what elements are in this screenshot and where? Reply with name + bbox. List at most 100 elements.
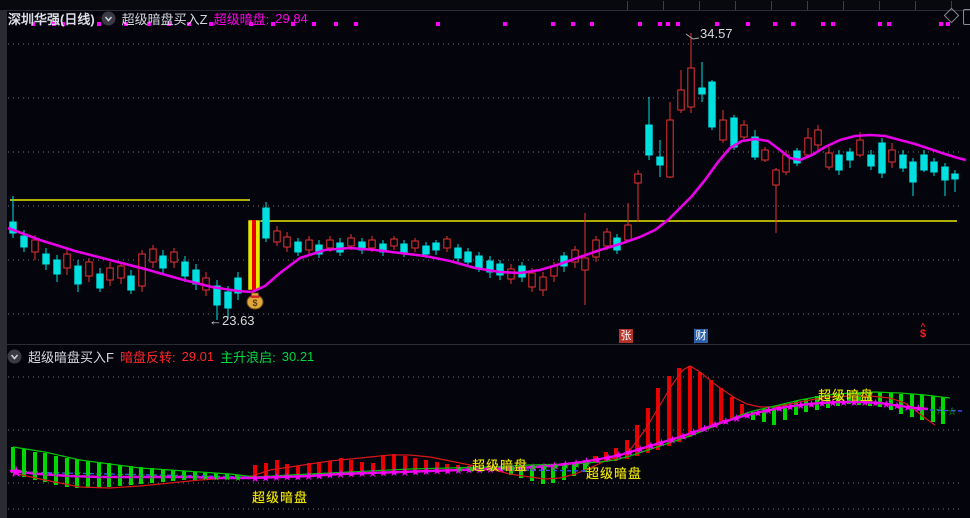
hollow-star-markers: ☆ ☆ bbox=[935, 405, 957, 418]
dollar-signal-marker: ^ $ bbox=[919, 322, 927, 340]
svg-text:★: ★ bbox=[357, 468, 367, 480]
candlestick-series bbox=[9, 33, 959, 320]
signal-text-label: 超级暗盘 bbox=[252, 490, 309, 505]
svg-text:★: ★ bbox=[250, 473, 260, 485]
svg-text:★: ★ bbox=[346, 469, 356, 481]
panel-divider bbox=[7, 344, 970, 345]
svg-text:★: ★ bbox=[646, 441, 656, 453]
svg-text:★: ★ bbox=[432, 466, 442, 478]
bottom-panel-header: 超级暗盘买入F 暗盘反转: 29.01 主升浪启: 30.21 bbox=[7, 347, 314, 366]
svg-text:★: ★ bbox=[710, 420, 720, 432]
bottom-indicator-name[interactable]: 超级暗盘买入F bbox=[28, 347, 114, 366]
svg-text:$: $ bbox=[252, 298, 257, 308]
svg-text:★: ★ bbox=[202, 472, 210, 482]
svg-text:★: ★ bbox=[400, 467, 410, 479]
metric-value: 29.01 bbox=[181, 349, 215, 364]
svg-text:★: ★ bbox=[552, 462, 559, 471]
svg-text:★: ★ bbox=[95, 469, 103, 479]
svg-text:★: ★ bbox=[678, 431, 688, 443]
svg-text:★: ★ bbox=[84, 469, 92, 479]
svg-text:★: ★ bbox=[52, 468, 60, 478]
svg-text:★: ★ bbox=[191, 472, 199, 482]
svg-text:★: ★ bbox=[336, 469, 346, 481]
signal-text-label: 超级暗盘 bbox=[818, 388, 875, 403]
symbol-title: 深圳华强(日线) bbox=[8, 12, 95, 27]
svg-text:★: ★ bbox=[170, 471, 178, 481]
svg-text:★: ★ bbox=[806, 399, 816, 411]
signal-text-label: 超级暗盘 bbox=[586, 466, 643, 481]
svg-text:★: ★ bbox=[41, 468, 49, 478]
metric-label: 主升浪启: bbox=[220, 350, 276, 365]
svg-text:★: ★ bbox=[785, 401, 795, 413]
svg-text:★: ★ bbox=[138, 470, 146, 480]
svg-text:★: ★ bbox=[903, 402, 913, 414]
top-indicator-value: 29.84 bbox=[275, 11, 308, 26]
svg-text:★: ★ bbox=[635, 444, 645, 456]
top-indicator-value-label: 超级暗盘: bbox=[213, 12, 270, 27]
svg-text:★: ★ bbox=[127, 470, 135, 480]
chart-canvas[interactable]: $★ ★ ★ ★ ★ ★ ★ ★ ★ ★ ★ ★ ★ ★ ★ ★ ★ ★ ★ ★ ★★ ★ ★ ★ ★ ★ ★ ★ ★ ★ ★ ★ ★ ★ ★ ★ ★ ★… bbox=[0, 0, 970, 518]
svg-text:★: ★ bbox=[389, 467, 399, 479]
metric-label: 暗盘反转: bbox=[119, 350, 176, 365]
svg-text:★: ★ bbox=[9, 464, 23, 481]
svg-text:★: ★ bbox=[325, 470, 335, 482]
svg-text:★: ★ bbox=[443, 465, 453, 477]
svg-text:★: ★ bbox=[721, 416, 731, 428]
svg-text:★: ★ bbox=[213, 472, 221, 482]
signal-text-label: 超级暗盘 bbox=[472, 458, 529, 473]
svg-text:★: ★ bbox=[282, 472, 292, 484]
chevron-down-icon[interactable] bbox=[7, 349, 22, 364]
event-badge: 张 bbox=[619, 329, 633, 343]
svg-text:★: ★ bbox=[625, 447, 635, 459]
svg-text:☆: ☆ bbox=[935, 405, 945, 417]
svg-text:★: ★ bbox=[881, 399, 891, 411]
svg-text:★: ★ bbox=[180, 472, 188, 482]
svg-text:★: ★ bbox=[421, 466, 431, 478]
svg-text:★: ★ bbox=[271, 472, 281, 484]
svg-text:★: ★ bbox=[314, 470, 324, 482]
svg-text:★: ★ bbox=[753, 407, 763, 419]
svg-text:★: ★ bbox=[116, 470, 124, 480]
svg-text:★: ★ bbox=[456, 465, 463, 474]
chevron-down-icon[interactable] bbox=[101, 11, 116, 26]
big-magenta-star: ★ bbox=[9, 464, 23, 481]
svg-text:★: ★ bbox=[796, 400, 806, 412]
svg-text:★: ★ bbox=[530, 463, 537, 472]
svg-text:★: ★ bbox=[614, 450, 624, 462]
svg-text:★: ★ bbox=[562, 462, 569, 471]
svg-text:★: ★ bbox=[732, 413, 742, 425]
svg-text:★: ★ bbox=[368, 468, 378, 480]
panel-toggle-icon[interactable] bbox=[963, 9, 970, 25]
svg-text:★: ★ bbox=[106, 470, 114, 480]
gridlines bbox=[8, 43, 962, 510]
svg-text:★: ★ bbox=[31, 468, 39, 478]
trading-app-window: $ ★ ★ ★ ★ ★ ★ ★ ★ ★ ★ ★ ★ ★ ★ ★ ★ ★ ★ ★ ★ ★ ★ ★ ★ ★ ★ ★ ★ ★ ★ ★ ★ ★ ★ ★ ★ ★ ★ ★… bbox=[0, 0, 970, 518]
svg-text:★: ★ bbox=[573, 461, 580, 470]
svg-text:★: ★ bbox=[742, 410, 752, 422]
svg-text:★: ★ bbox=[304, 471, 314, 483]
svg-text:★: ★ bbox=[657, 437, 667, 449]
metric-value: 30.21 bbox=[281, 349, 315, 364]
money-bag-icon: $ bbox=[246, 292, 264, 310]
svg-text:★: ★ bbox=[378, 468, 388, 480]
high-pointer-line bbox=[685, 33, 700, 40]
high-price-label: 34.57 bbox=[700, 26, 733, 41]
svg-text:★: ★ bbox=[223, 473, 231, 483]
svg-text:★: ★ bbox=[764, 405, 774, 417]
svg-text:★: ★ bbox=[63, 468, 71, 478]
svg-text:★: ★ bbox=[148, 471, 156, 481]
svg-text:★: ★ bbox=[261, 472, 271, 484]
svg-text:★: ★ bbox=[541, 463, 548, 472]
low-price-label: ←23.63 bbox=[209, 313, 255, 328]
svg-text:★: ★ bbox=[913, 403, 923, 415]
event-badge: 财 bbox=[694, 329, 708, 343]
top-indicator-name[interactable]: 超级暗盘买入Z bbox=[122, 9, 208, 28]
svg-text:★: ★ bbox=[411, 466, 421, 478]
svg-text:★: ★ bbox=[699, 423, 709, 435]
yellow-reference-lines bbox=[10, 199, 957, 222]
top-panel-header: 深圳华强(日线) 超级暗盘买入Z 超级暗盘: 29.84 bbox=[8, 9, 308, 28]
svg-text:★: ★ bbox=[73, 469, 81, 479]
svg-text:★: ★ bbox=[293, 471, 303, 483]
svg-text:★: ★ bbox=[774, 403, 784, 415]
svg-text:★: ★ bbox=[667, 434, 677, 446]
